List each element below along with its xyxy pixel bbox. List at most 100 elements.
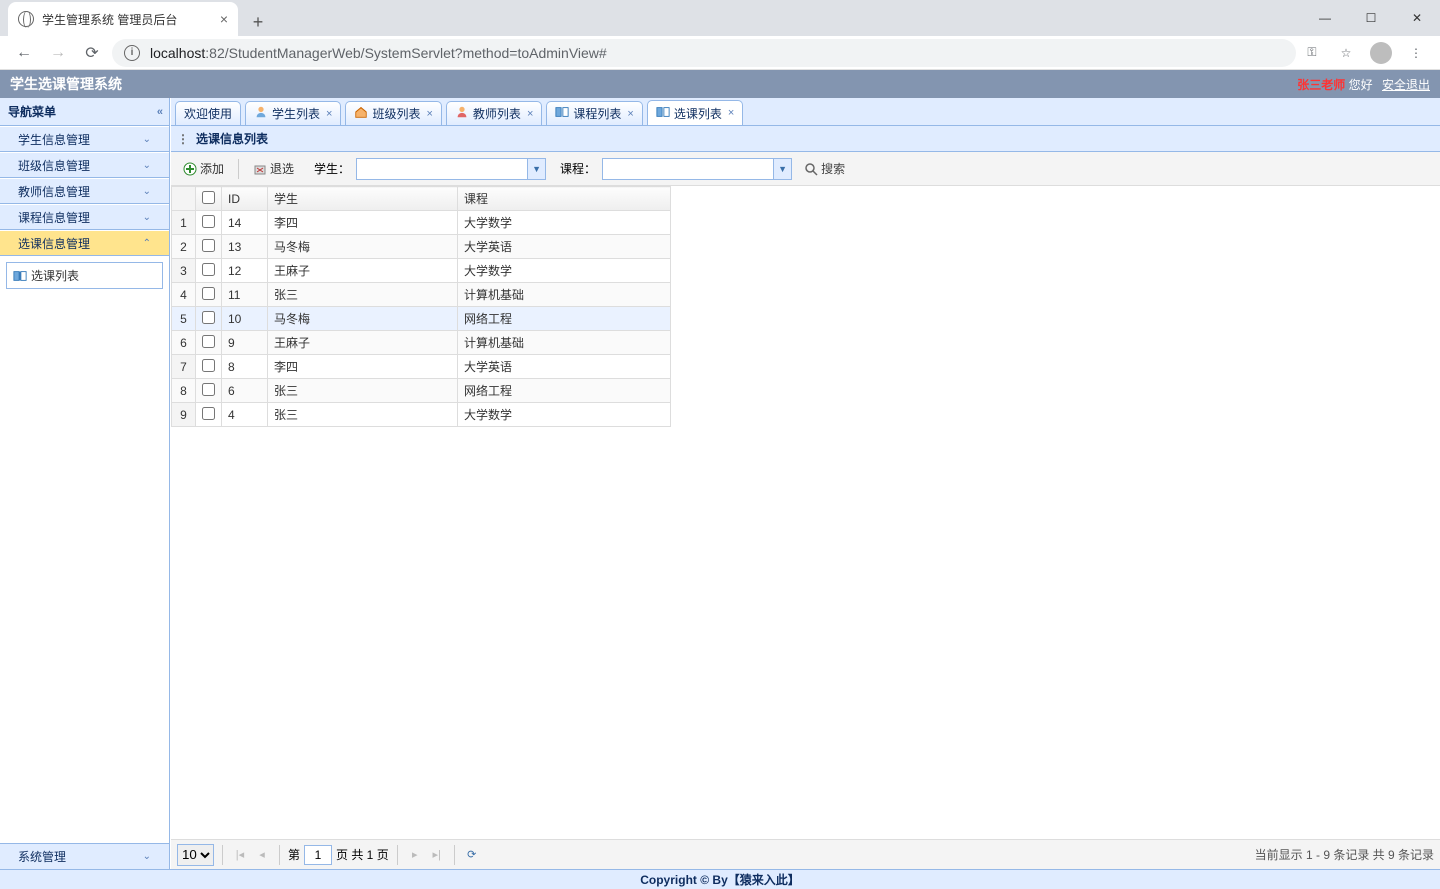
search-icon — [804, 162, 818, 176]
close-icon[interactable]: × — [426, 108, 432, 120]
rownum-cell: 8 — [172, 379, 196, 403]
sidebar-accordion: 学生信息管理⌄班级信息管理⌄教师信息管理⌄课程信息管理⌄选课信息管理⌃ — [0, 126, 169, 256]
chevron-down-icon: ⌄ — [143, 212, 151, 223]
forward-button[interactable]: → — [44, 39, 72, 67]
checkbox-cell[interactable] — [196, 331, 222, 355]
col-student[interactable]: 学生 — [268, 187, 458, 211]
sidebar-item[interactable]: 选课信息管理⌃ — [0, 230, 169, 256]
sidebar-item[interactable]: 班级信息管理⌄ — [0, 152, 169, 178]
checkbox-header[interactable] — [196, 187, 222, 211]
rownum-cell: 6 — [172, 331, 196, 355]
content-tab[interactable]: 欢迎使用 — [175, 101, 241, 125]
checkbox-cell[interactable] — [196, 259, 222, 283]
col-id[interactable]: ID — [222, 187, 268, 211]
checkbox-cell[interactable] — [196, 211, 222, 235]
greeting: 您好 — [1349, 78, 1373, 92]
search-button[interactable]: 搜索 — [804, 160, 845, 177]
student-combo[interactable]: ▼ — [356, 158, 546, 180]
star-icon[interactable]: ☆ — [1336, 43, 1356, 63]
refresh-button[interactable]: ⟳ — [463, 846, 481, 864]
next-page-button[interactable]: ▸ — [406, 846, 424, 864]
close-icon[interactable]: × — [728, 107, 734, 119]
table-row[interactable]: 2 13 马冬梅 大学英语 — [172, 235, 671, 259]
checkbox-cell[interactable] — [196, 235, 222, 259]
page-input[interactable] — [304, 845, 332, 865]
table-row[interactable]: 5 10 马冬梅 网络工程 — [172, 307, 671, 331]
content-tab[interactable]: 教师列表× — [446, 101, 542, 125]
row-checkbox[interactable] — [202, 263, 215, 276]
maximize-button[interactable]: ☐ — [1348, 0, 1394, 36]
collapse-sidebar-icon[interactable]: « — [157, 106, 161, 118]
sidebar-item[interactable]: 课程信息管理⌄ — [0, 204, 169, 230]
select-all-checkbox[interactable] — [202, 191, 215, 204]
row-checkbox[interactable] — [202, 383, 215, 396]
table-row[interactable]: 9 4 张三 大学数学 — [172, 403, 671, 427]
checkbox-cell[interactable] — [196, 403, 222, 427]
row-checkbox[interactable] — [202, 287, 215, 300]
sidebar-sublink-selection-list[interactable]: 选课列表 — [6, 262, 163, 289]
close-icon[interactable]: × — [627, 108, 633, 120]
footer-link[interactable]: 【猿来入此】 — [728, 871, 800, 888]
table-row[interactable]: 6 9 王麻子 计算机基础 — [172, 331, 671, 355]
close-icon[interactable]: × — [220, 11, 228, 27]
course-combo[interactable]: ▼ — [602, 158, 792, 180]
table-row[interactable]: 4 11 张三 计算机基础 — [172, 283, 671, 307]
chevron-down-icon[interactable]: ▼ — [773, 159, 791, 179]
col-course[interactable]: 课程 — [458, 187, 671, 211]
close-icon[interactable]: × — [527, 108, 533, 120]
prev-page-button[interactable]: ◂ — [253, 846, 271, 864]
close-window-button[interactable]: ✕ — [1394, 0, 1440, 36]
checkbox-cell[interactable] — [196, 283, 222, 307]
row-checkbox[interactable] — [202, 335, 215, 348]
sidebar-item[interactable]: 学生信息管理⌄ — [0, 126, 169, 152]
close-icon[interactable]: × — [326, 108, 332, 120]
reload-button[interactable]: ⟳ — [78, 39, 106, 67]
page-size-select[interactable]: 10 — [177, 844, 214, 866]
rownum-cell: 1 — [172, 211, 196, 235]
row-checkbox[interactable] — [202, 359, 215, 372]
chevron-down-icon[interactable]: ▼ — [527, 159, 545, 179]
add-button[interactable]: 添加 — [177, 157, 230, 180]
toolbar: 添加 退选 学生： ▼ 课程： ▼ 搜 — [171, 152, 1440, 186]
table-row[interactable]: 8 6 张三 网络工程 — [172, 379, 671, 403]
row-checkbox[interactable] — [202, 215, 215, 228]
content-tab[interactable]: 选课列表 × — [647, 100, 743, 125]
sidebar-item-system[interactable]: 系统管理 ⌄ — [0, 843, 169, 869]
menu-icon[interactable]: ⋮ — [1406, 43, 1426, 63]
url-text: localhost:82/StudentManagerWeb/SystemSer… — [150, 45, 607, 61]
app-header-right: 张三老师 您好 安全退出 — [1297, 76, 1430, 93]
url-input[interactable]: i localhost:82/StudentManagerWeb/SystemS… — [112, 39, 1296, 67]
table-row[interactable]: 3 12 王麻子 大学数学 — [172, 259, 671, 283]
course-combo-input[interactable] — [603, 159, 773, 179]
row-checkbox[interactable] — [202, 311, 215, 324]
student-combo-input[interactable] — [357, 159, 527, 179]
first-page-button[interactable]: |◂ — [231, 846, 249, 864]
key-icon[interactable]: ⚿ — [1302, 43, 1322, 63]
content-tab[interactable]: 学生列表× — [245, 101, 341, 125]
last-page-button[interactable]: ▸| — [428, 846, 446, 864]
table-row[interactable]: 1 14 李四 大学数学 — [172, 211, 671, 235]
browser-tab-active[interactable]: 学生管理系统 管理员后台 × — [8, 2, 238, 36]
checkbox-cell[interactable] — [196, 307, 222, 331]
tab-label: 选课列表 — [674, 105, 722, 122]
remove-button[interactable]: 退选 — [247, 157, 300, 180]
book-icon — [555, 105, 569, 122]
site-info-icon[interactable]: i — [124, 45, 140, 61]
checkbox-cell[interactable] — [196, 355, 222, 379]
cell-student: 张三 — [268, 379, 458, 403]
home-icon — [354, 105, 368, 122]
table-row[interactable]: 7 8 李四 大学英语 — [172, 355, 671, 379]
checkbox-cell[interactable] — [196, 379, 222, 403]
content-tab[interactable]: 班级列表× — [345, 101, 441, 125]
row-checkbox[interactable] — [202, 407, 215, 420]
profile-avatar[interactable] — [1370, 42, 1392, 64]
toolbar-separator — [238, 159, 239, 179]
minimize-button[interactable]: — — [1302, 0, 1348, 36]
sidebar-item[interactable]: 教师信息管理⌄ — [0, 178, 169, 204]
logout-link[interactable]: 安全退出 — [1382, 78, 1430, 92]
back-button[interactable]: ← — [10, 39, 38, 67]
row-checkbox[interactable] — [202, 239, 215, 252]
user-icon — [254, 105, 268, 122]
new-tab-button[interactable]: + — [244, 8, 272, 36]
content-tab[interactable]: 课程列表× — [546, 101, 642, 125]
